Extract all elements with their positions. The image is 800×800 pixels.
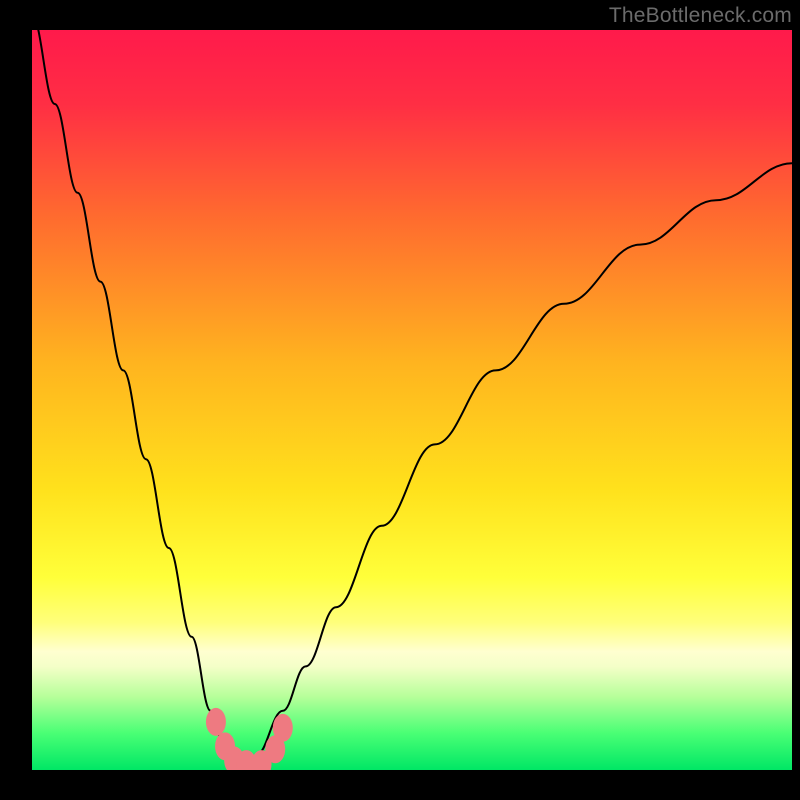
plot-area xyxy=(32,30,792,770)
outer-frame: TheBottleneck.com xyxy=(0,0,800,800)
curve-marker xyxy=(206,708,226,736)
curve-marker xyxy=(273,714,293,742)
bottleneck-curve xyxy=(32,30,792,765)
chart-svg xyxy=(32,30,792,770)
watermark-text: TheBottleneck.com xyxy=(609,4,792,28)
